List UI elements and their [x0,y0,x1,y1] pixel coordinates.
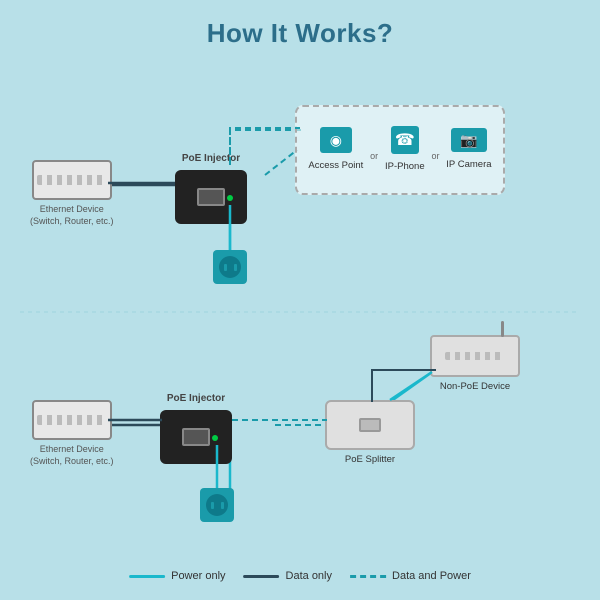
poe-injector-bottom-label: PoE Injector [167,392,225,405]
switch-icon-top [32,160,112,200]
legend-power-label: Power only [171,570,225,582]
switch-icon-bottom [32,400,112,440]
legend-power-only: Power only [129,570,225,582]
poe-port-bottom [182,428,210,446]
legend-line-power [129,575,165,578]
legend-data-power-label: Data and Power [392,570,471,582]
outlet-slot-right-bottom [221,502,224,509]
router-body [445,352,505,360]
poe-injector-top-icon [175,170,247,224]
legend-line-data-power [350,575,386,578]
poe-devices-box: Access Point or ☎ IP-Phone or 📷 IP Camer… [295,105,505,195]
legend: Power only Data only Data and Power [129,570,471,582]
poe-injector-bottom: PoE Injector [160,388,232,464]
non-poe-device: Non-PoE Device [430,335,520,393]
poe-injector-top-label: PoE Injector [182,152,240,165]
ip-phone-item: ☎ IP-Phone [385,126,425,173]
splitter-icon [325,400,415,450]
poe-splitter: PoE Splitter [325,400,415,466]
access-point-icon [320,127,352,153]
legend-data-label: Data only [286,570,332,582]
outlet-top-icon [213,250,247,284]
ip-camera-label: IP Camera [446,159,491,171]
access-point-label: Access Point [308,160,363,172]
outlet-bottom [200,488,234,522]
page-title: How It Works? [0,0,600,49]
legend-data-power: Data and Power [350,570,471,582]
splitter-port [359,418,381,432]
outlet-bottom-icon [200,488,234,522]
poe-injector-top: PoE Injector [175,148,247,224]
outlet-slot-right-top [234,264,237,271]
ip-camera-icon: 📷 [451,128,487,152]
outlet-slot-left-top [224,264,227,271]
outlet-face-top [219,256,241,278]
poe-splitter-label: PoE Splitter [345,454,395,466]
non-poe-device-label: Non-PoE Device [440,381,510,393]
ethernet-device-bottom: Ethernet Device(Switch, Router, etc.) [30,400,114,467]
outlet-top [213,250,247,284]
ethernet-device-top: Ethernet Device(Switch, Router, etc.) [30,160,114,227]
ip-camera-item: 📷 IP Camera [446,128,491,171]
poe-port-top [197,188,225,206]
ip-phone-icon: ☎ [391,126,419,154]
router-icon [430,335,520,377]
router-antenna [501,321,504,337]
or-label-1: or [370,151,378,161]
ethernet-device-top-label: Ethernet Device(Switch, Router, etc.) [30,204,114,227]
legend-data-only: Data only [244,570,332,582]
legend-line-data [244,575,280,578]
outlet-face-bottom [206,494,228,516]
outlet-slot-left-bottom [211,502,214,509]
ip-phone-label: IP-Phone [385,161,425,173]
poe-injector-bottom-icon [160,410,232,464]
access-point-item: Access Point [308,127,363,172]
ethernet-device-bottom-label: Ethernet Device(Switch, Router, etc.) [30,444,114,467]
or-label-2: or [431,151,439,161]
